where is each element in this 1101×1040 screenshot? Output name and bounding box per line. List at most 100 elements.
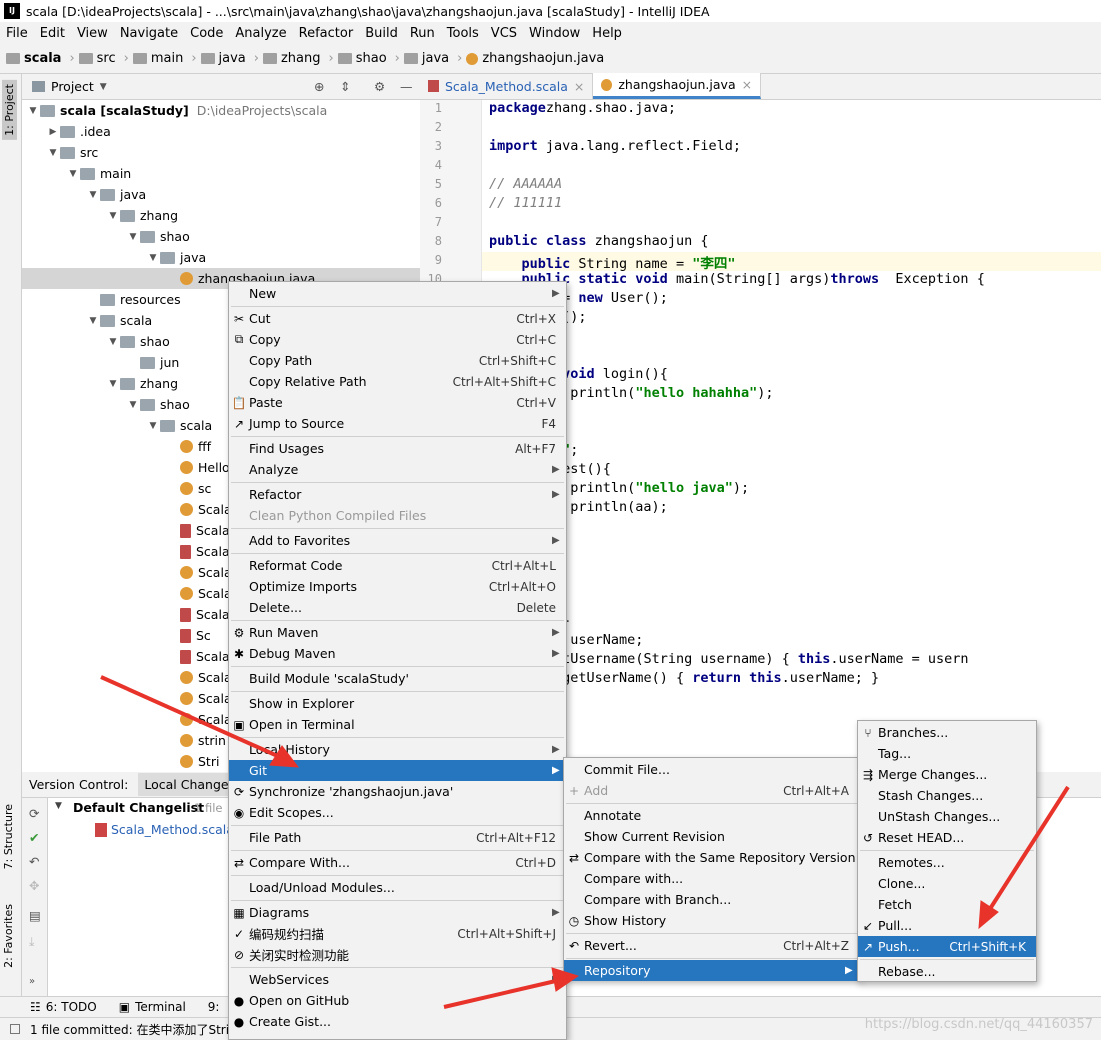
chevron-down-icon[interactable]: ▼ (55, 801, 62, 811)
menu-item[interactable]: 📋 Paste Ctrl+V (229, 392, 566, 413)
menu-item[interactable]: ↗ Push... Ctrl+Shift+K (858, 936, 1036, 957)
chevron-down-icon[interactable]: ▼ (86, 316, 100, 326)
menu-vcs[interactable]: VCS (485, 26, 523, 41)
chevron-down-icon[interactable]: ▼ (106, 211, 120, 221)
menu-item[interactable]: Stash Changes... (858, 785, 1036, 806)
menu-item[interactable]: ↗ Jump to Source F4 (229, 413, 566, 434)
menu-tools[interactable]: Tools (441, 26, 485, 41)
changelist-name[interactable]: Default Changelist (73, 800, 204, 815)
menu-item[interactable]: Reformat Code Ctrl+Alt+L (229, 555, 566, 576)
menu-item[interactable]: Rebase... (858, 961, 1036, 982)
gear-icon[interactable]: ⚙ (374, 79, 385, 94)
tab-version-control[interactable]: 9: (208, 1000, 220, 1014)
menu-item[interactable]: ⟳ Synchronize 'zhangshaojun.java' (229, 781, 566, 802)
menu-analyze[interactable]: Analyze (229, 26, 292, 41)
chevron-down-icon[interactable]: ▼ (106, 379, 120, 389)
chevron-down-icon[interactable]: ▼ (106, 337, 120, 347)
menu-item[interactable]: Compare with Branch... (564, 889, 859, 910)
editor-tab[interactable]: Scala_Method.scala × (420, 73, 594, 99)
breadcrumb-item[interactable]: shao (337, 51, 387, 66)
menu-item[interactable]: ⇶ Merge Changes... (858, 764, 1036, 785)
tab-local-changes[interactable]: Local Changes (138, 773, 242, 796)
chevron-down-icon[interactable]: ▼ (146, 253, 160, 263)
tree-item[interactable]: ▼ main (22, 163, 420, 184)
locate-icon[interactable]: ⊕ (314, 79, 324, 94)
changed-file[interactable]: Scala_Method.scala (111, 822, 234, 837)
menu-item[interactable]: ↺ Reset HEAD... (858, 827, 1036, 848)
breadcrumb-item[interactable]: src (78, 51, 116, 66)
menu-help[interactable]: Help (586, 26, 628, 41)
menu-item[interactable]: ✓ 编码规约扫描 Ctrl+Alt+Shift+J (229, 923, 566, 944)
breadcrumb-item[interactable]: zhang (262, 51, 321, 66)
menu-navigate[interactable]: Navigate (114, 26, 184, 41)
close-icon[interactable]: × (574, 79, 584, 94)
menu-item[interactable]: Build Module 'scalaStudy' (229, 668, 566, 689)
menu-item[interactable]: Clean Python Compiled Files (229, 505, 566, 526)
code-editor[interactable]: packagezhang.shao.java; import java.lang.… (482, 100, 1101, 772)
tree-item[interactable]: ▼ zhang (22, 205, 420, 226)
tree-item[interactable]: ▼ scala [scalaStudy] D:\ideaProjects\scala (22, 100, 420, 121)
collapse-icon[interactable]: ⇕ (340, 79, 350, 94)
menu-item[interactable]: Copy Path Ctrl+Shift+C (229, 350, 566, 371)
menu-item[interactable]: Compare with... (564, 868, 859, 889)
menu-item[interactable]: ◷ Show History (564, 910, 859, 931)
status-toggle-icon[interactable] (10, 1024, 20, 1034)
menu-item[interactable]: ▦ Diagrams ▶ (229, 902, 566, 923)
breadcrumb-item[interactable]: java (200, 51, 246, 66)
menu-item[interactable]: Tag... (858, 743, 1036, 764)
menu-item[interactable]: File Path Ctrl+Alt+F12 (229, 827, 566, 848)
breadcrumb-item[interactable]: scala (6, 51, 61, 66)
menu-item[interactable]: ▣ Open in Terminal (229, 714, 566, 735)
menu-build[interactable]: Build (359, 26, 404, 41)
menu-file[interactable]: File (0, 26, 34, 41)
tree-item[interactable]: ▼ shao (22, 226, 420, 247)
menu-item[interactable]: ✂ Cut Ctrl+X (229, 308, 566, 329)
menu-item[interactable]: Show Current Revision (564, 826, 859, 847)
menu-item[interactable]: Show in Explorer (229, 693, 566, 714)
tree-item[interactable]: ▼ src (22, 142, 420, 163)
menu-item[interactable]: WebServices ▶ (229, 969, 566, 990)
menu-item[interactable]: ⊘ 关闭实时检测功能 (229, 944, 566, 965)
tab-terminal[interactable]: Terminal (135, 1000, 186, 1014)
shelve-icon[interactable]: ⤓ (29, 934, 35, 950)
menu-item[interactable]: Analyze ▶ (229, 459, 566, 480)
tab-todo[interactable]: 6: TODO (46, 1000, 97, 1014)
menu-item[interactable]: ↙ Pull... (858, 915, 1036, 936)
chevron-down-icon[interactable]: ▼ (46, 148, 60, 158)
menu-run[interactable]: Run (404, 26, 441, 41)
menu-item[interactable]: Copy Relative Path Ctrl+Alt+Shift+C (229, 371, 566, 392)
chevron-down-icon[interactable]: ▼ (146, 421, 160, 431)
menu-item[interactable]: New ▶ (229, 283, 566, 304)
menu-item[interactable]: Remotes... (858, 852, 1036, 873)
chevron-down-icon[interactable]: ▼ (86, 190, 100, 200)
tree-item[interactable]: ▼ java (22, 184, 420, 205)
menu-item[interactable]: ⧉ Copy Ctrl+C (229, 329, 566, 350)
menu-item[interactable]: Load/Unload Modules... (229, 877, 566, 898)
diff-icon[interactable]: ▤ (29, 908, 41, 923)
menu-item[interactable]: Repository ▶ (564, 960, 859, 981)
menu-item[interactable]: Optimize Imports Ctrl+Alt+O (229, 576, 566, 597)
breadcrumb-item[interactable]: main (132, 51, 183, 66)
menu-item[interactable]: ● Open on GitHub (229, 990, 566, 1011)
chevron-down-icon[interactable]: ▼ (126, 232, 140, 242)
project-tool-tab[interactable]: 1: Project (2, 80, 17, 140)
more-icon[interactable]: » (29, 976, 35, 987)
menu-item[interactable]: Fetch (858, 894, 1036, 915)
structure-tool-tab[interactable]: 7: Structure (2, 804, 15, 869)
menu-item[interactable]: ⇄ Compare With... Ctrl+D (229, 852, 566, 873)
menu-item[interactable]: Clone... (858, 873, 1036, 894)
menu-item[interactable]: ↶ Revert... Ctrl+Alt+Z (564, 935, 859, 956)
chevron-down-icon[interactable]: ▼ (126, 400, 140, 410)
menu-item[interactable]: Add to Favorites ▶ (229, 530, 566, 551)
menu-view[interactable]: View (71, 26, 114, 41)
favorites-tool-tab[interactable]: 2: Favorites (2, 904, 15, 968)
menu-item[interactable]: Commit File... (564, 759, 859, 780)
menu-item[interactable]: ⚙ Run Maven ▶ (229, 622, 566, 643)
menu-item[interactable]: Git ▶ (229, 760, 566, 781)
menu-item[interactable]: UnStash Changes... (858, 806, 1036, 827)
menu-item[interactable]: ● Create Gist... (229, 1011, 566, 1032)
menu-code[interactable]: Code (184, 26, 229, 41)
menu-item[interactable]: Local History ▶ (229, 739, 566, 760)
rollback-icon[interactable]: ↶ (29, 854, 39, 869)
commit-check-icon[interactable]: ✔ (29, 830, 39, 845)
